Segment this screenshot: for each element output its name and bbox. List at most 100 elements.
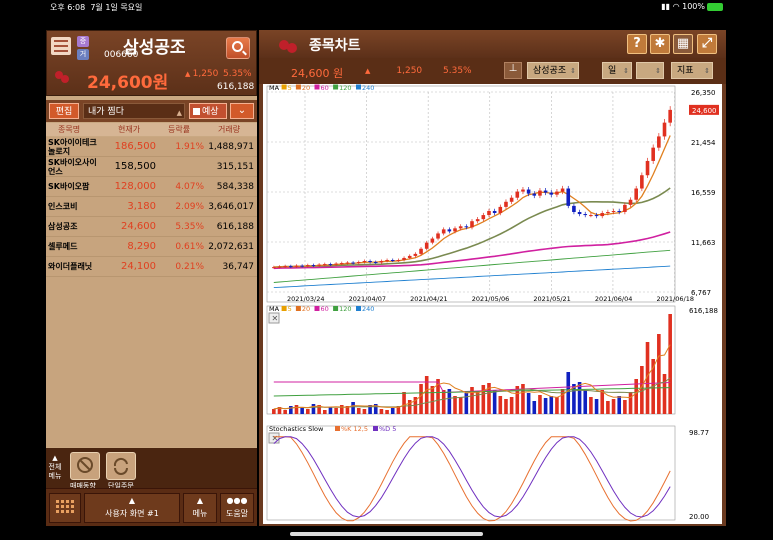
volume-bar <box>458 397 463 414</box>
vol-legend-swatch <box>356 306 361 311</box>
volume-bar <box>441 390 446 414</box>
list-item[interactable]: SK바이오사이언스 158,500 315,151 <box>46 157 257 177</box>
rate-cell: 2.09% <box>175 202 204 212</box>
help-button[interactable]: ●●● 도움말 <box>220 493 254 523</box>
candle <box>294 265 299 267</box>
chart-svg[interactable]: 26,350 21,454 16,559 11,663 6,767 2021/03/24 2… <box>263 84 722 524</box>
candle <box>487 210 491 216</box>
rate-cell: 4.07% <box>175 182 204 192</box>
stock-select[interactable]: 삼성공조 ⇕ <box>527 62 579 79</box>
stock-name-cell: SK바이오사이언스 <box>48 158 97 176</box>
candle <box>300 265 304 267</box>
candle <box>628 199 633 205</box>
candle <box>600 213 605 217</box>
candle <box>272 267 276 269</box>
volume-bar <box>498 396 503 414</box>
vol-legend-label: 20 <box>302 305 310 313</box>
expand-menu[interactable]: ▲ 전체메뉴 <box>48 454 62 481</box>
ma-legend-swatch <box>281 84 287 90</box>
single-order-button[interactable] <box>106 452 136 480</box>
group-select-value: 내가 찜다 <box>88 107 124 117</box>
list-menu-icon[interactable] <box>51 37 71 55</box>
indicator-select[interactable]: 지표 ⇕ <box>671 62 713 79</box>
grid-pattern-icon[interactable]: ▦ <box>673 34 693 54</box>
col-price[interactable]: 현재가 <box>118 124 140 135</box>
period-select[interactable]: 일 ⇕ <box>602 62 632 79</box>
volume-bar <box>543 398 548 414</box>
price-change-value: 1,250 <box>192 69 219 79</box>
volume-bar <box>606 401 610 414</box>
grid-menu-button[interactable] <box>49 493 81 523</box>
stoch-legend-swatch <box>335 426 340 431</box>
stoch-axis-label: 20.00 <box>689 513 709 521</box>
stock-name-cell: SK바이오팜 <box>48 182 90 191</box>
chevron-updown-icon: ▲ <box>176 109 182 117</box>
user-screen-button[interactable]: ▲ 사용자 화면 #1 <box>84 493 180 523</box>
candle <box>560 188 565 192</box>
candle <box>645 160 650 176</box>
predict-label: 예상 <box>202 107 219 117</box>
candle <box>555 191 559 195</box>
candle <box>390 260 395 262</box>
candle <box>436 233 440 239</box>
vol-legend-label: 240 <box>362 305 374 313</box>
volume-bar <box>379 409 384 414</box>
current-price-tag-label: 24,600 <box>692 107 717 115</box>
candle <box>277 266 282 268</box>
help-question-icon[interactable]: ? <box>627 34 647 54</box>
col-volume[interactable]: 거래량 <box>218 124 240 135</box>
search-button[interactable] <box>226 37 250 59</box>
volume-bar <box>283 410 287 414</box>
chart-header: 종목차트 ? ✱ ▦ ⤢ <box>259 30 726 58</box>
candle <box>289 266 293 268</box>
stoch-title: Stochastics Slow <box>269 425 324 433</box>
rate-cell: 5.35% <box>175 222 204 232</box>
volume-bar <box>430 386 435 414</box>
stock-select-value: 삼성공조 <box>533 66 567 76</box>
chevron-down-icon[interactable]: ⌄ <box>230 103 254 119</box>
candle <box>322 264 327 266</box>
candle <box>407 255 412 258</box>
list-item[interactable]: SK바이오팜 128,000 4.07% 584,338 <box>46 177 257 197</box>
predict-toggle[interactable]: 예상 <box>189 103 227 119</box>
candle <box>662 122 667 137</box>
tag-badge-2: 거 <box>77 49 89 60</box>
pin-icon[interactable]: ⊥ <box>504 62 522 79</box>
volume-bar <box>300 408 304 414</box>
expand-icon[interactable]: ⤢ <box>697 34 717 54</box>
list-item[interactable]: SK아이이테크놀로지 186,500 1.91% 1,488,971 <box>46 137 257 157</box>
date-label: 2021/04/07 <box>349 295 386 303</box>
vol-legend-swatch <box>295 306 301 311</box>
col-name[interactable]: 종목명 <box>58 124 80 135</box>
volume-bar <box>356 408 361 414</box>
ma240-line <box>273 265 671 289</box>
trade-trend-button[interactable] <box>70 452 100 480</box>
volume-axis-label: 616,188 <box>689 307 718 315</box>
candle <box>345 262 350 264</box>
date-label: 2021/03/24 <box>287 295 324 303</box>
candle <box>572 205 576 213</box>
stock-chart[interactable]: 26,350 21,454 16,559 11,663 6,767 2021/03/24 2… <box>263 84 722 524</box>
sub-period-select[interactable]: ⇕ <box>636 62 664 79</box>
price-cell: 128,000 <box>114 181 156 192</box>
list-item[interactable]: 삼성공조 24,600 5.35% 616,188 <box>46 217 257 237</box>
group-select[interactable]: 내가 찜다 ▲ <box>83 103 185 119</box>
edit-button[interactable]: 편집 <box>49 103 79 119</box>
volume-bar <box>385 410 389 414</box>
menu-button[interactable]: ▲ 메뉴 <box>183 493 217 523</box>
home-indicator[interactable] <box>290 532 483 536</box>
list-item[interactable]: 인스코비 3,180 2.09% 3,646,017 <box>46 197 257 217</box>
list-item[interactable]: 셀루메드 8,290 0.61% 2,072,631 <box>46 237 257 257</box>
gear-icon[interactable]: ✱ <box>650 34 670 54</box>
volume-bar <box>594 399 599 414</box>
vol-legend-label: 120 <box>339 305 351 313</box>
candle <box>492 210 497 214</box>
volume-cell: 36,747 <box>222 262 255 272</box>
date-label: 2021/05/06 <box>472 295 509 303</box>
candle <box>606 212 610 214</box>
list-item[interactable]: 와이더플래닛 24,100 0.21% 36,747 <box>46 257 257 277</box>
volume-cell: 3,646,017 <box>208 202 254 212</box>
col-rate[interactable]: 등락률 <box>168 124 190 135</box>
volume-bar <box>464 393 469 414</box>
volume-bar <box>362 409 367 414</box>
